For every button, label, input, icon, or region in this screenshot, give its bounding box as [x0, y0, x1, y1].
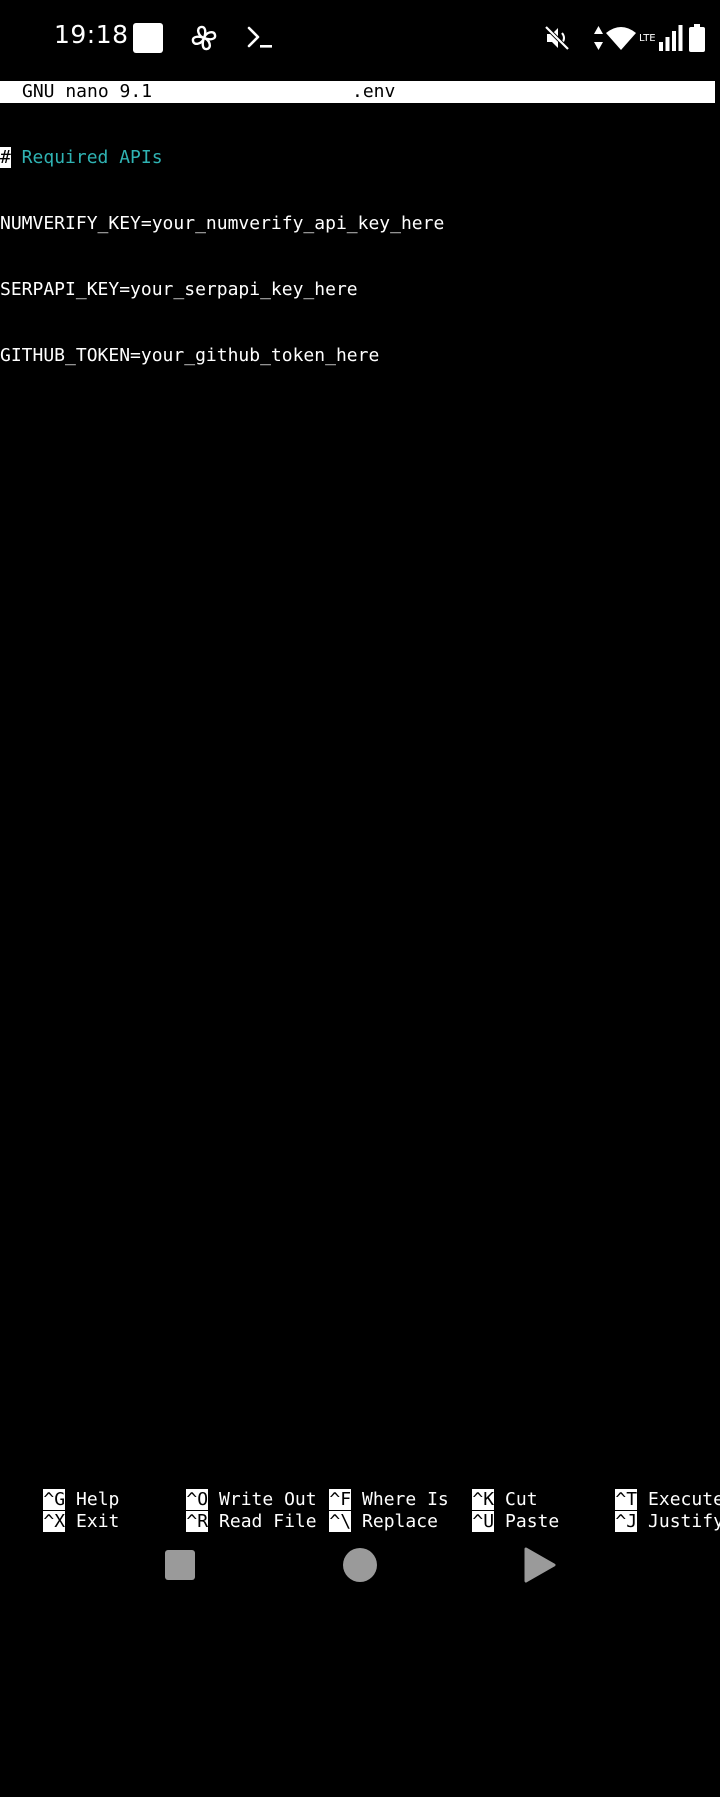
shortcut-exit[interactable]: ^X Exit [0, 1489, 119, 1532]
home-circle-icon[interactable] [343, 1548, 377, 1582]
data-arrows-icon [594, 26, 603, 50]
editor-line[interactable]: GITHUB_TOKEN=your_github_token_here [0, 345, 720, 367]
file-name: .env [352, 81, 396, 102]
back-square-icon[interactable] [165, 1550, 195, 1580]
shortcut-where-is[interactable]: ^F Where Is [286, 1467, 449, 1510]
navigation-bar [0, 1530, 720, 1602]
editor-area[interactable]: # Required APIs NUMVERIFY_KEY=your_numve… [0, 103, 720, 389]
shortcut-help[interactable]: ^G Help [0, 1467, 119, 1510]
editor-line[interactable]: NUMVERIFY_KEY=your_numverify_api_key_her… [0, 213, 720, 235]
nano-version: GNU nano 9.1 [22, 81, 153, 102]
notification-square-icon [133, 23, 163, 53]
shortcut-label: Paste [505, 1511, 560, 1532]
terminal-prompt-icon [247, 26, 272, 48]
comment-text: Required APIs [10, 147, 163, 168]
status-bar: 19:18 LTE [0, 0, 720, 78]
fan-icon [191, 25, 217, 51]
shortcut-replace[interactable]: ^\ Replace [286, 1489, 438, 1532]
recents-triangle-icon[interactable] [523, 1547, 557, 1583]
shortcut-key: ^\ [329, 1511, 352, 1532]
text-cursor: # [0, 147, 11, 168]
shortcut-key: ^R [186, 1511, 209, 1532]
battery-icon [689, 24, 705, 52]
mute-icon [544, 25, 570, 51]
signal-icon [659, 25, 683, 51]
wifi-icon [606, 27, 636, 50]
shortcut-cut[interactable]: ^K Cut [429, 1467, 538, 1510]
shortcut-key: ^J [615, 1511, 638, 1532]
network-label: LTE [639, 33, 656, 44]
shortcut-key: ^X [43, 1511, 66, 1532]
shortcut-paste[interactable]: ^U Paste [429, 1489, 559, 1532]
nano-title-bar: GNU nano 9.1 .env [0, 81, 715, 103]
shortcut-justify[interactable]: ^J Justify [572, 1489, 720, 1532]
shortcut-bar: ^G Help ^X Exit ^O Write Out ^R Read File ^F… [0, 1467, 720, 1532]
editor-line[interactable]: SERPAPI_KEY=your_serpapi_key_here [0, 279, 720, 301]
shortcut-label: Exit [76, 1511, 120, 1532]
status-time: 19:18 [54, 20, 129, 49]
shortcut-label: Replace [362, 1511, 438, 1532]
editor-line[interactable]: # Required APIs [0, 147, 720, 169]
shortcut-label: Justify [648, 1511, 720, 1532]
shortcut-key: ^U [472, 1511, 495, 1532]
shortcut-execute[interactable]: ^T Execute [572, 1467, 720, 1510]
